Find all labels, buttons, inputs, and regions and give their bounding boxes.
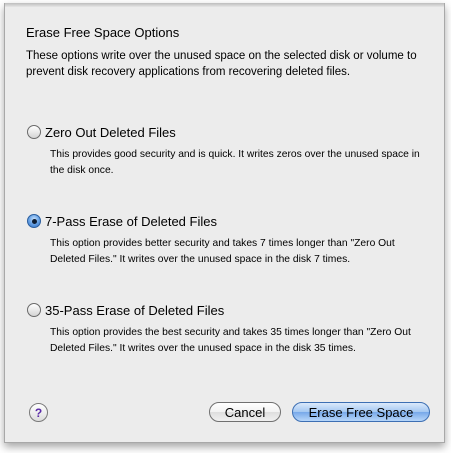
option-35-pass-label[interactable]: 35-Pass Erase of Deleted Files <box>45 303 224 318</box>
radio-35-pass[interactable] <box>27 303 41 317</box>
option-7-pass[interactable]: 7-Pass Erase of Deleted Files This optio… <box>27 212 427 268</box>
option-zero-out-header[interactable]: Zero Out Deleted Files <box>27 123 427 141</box>
dialog-intro-text: These options write over the unused spac… <box>26 50 417 78</box>
option-35-pass-header[interactable]: 35-Pass Erase of Deleted Files <box>27 301 427 319</box>
help-button[interactable]: ? <box>29 403 48 422</box>
option-zero-out-label[interactable]: Zero Out Deleted Files <box>45 125 176 140</box>
option-7-pass-header[interactable]: 7-Pass Erase of Deleted Files <box>27 212 427 230</box>
option-7-pass-description: This option provides better security and… <box>50 238 395 265</box>
erase-free-space-dialog: Erase Free Space Options These options w… <box>4 3 445 443</box>
option-zero-out-description: This provides good security and is quick… <box>50 149 420 176</box>
help-icon: ? <box>34 405 43 420</box>
radio-7-pass[interactable] <box>27 214 41 228</box>
option-35-pass-description: This option provides the best security a… <box>50 327 411 354</box>
option-35-pass[interactable]: 35-Pass Erase of Deleted Files This opti… <box>27 301 427 357</box>
cancel-button-label: Cancel <box>224 404 266 420</box>
option-7-pass-label[interactable]: 7-Pass Erase of Deleted Files <box>45 214 217 229</box>
erase-free-space-button[interactable]: Erase Free Space <box>292 402 430 422</box>
radio-zero-out[interactable] <box>27 125 41 139</box>
erase-free-space-button-label: Erase Free Space <box>308 404 414 420</box>
option-zero-out[interactable]: Zero Out Deleted Files This provides goo… <box>27 123 427 179</box>
sheet-top-edge <box>5 3 444 7</box>
dialog-title: Erase Free Space Options <box>26 25 180 40</box>
cancel-button[interactable]: Cancel <box>209 402 281 422</box>
